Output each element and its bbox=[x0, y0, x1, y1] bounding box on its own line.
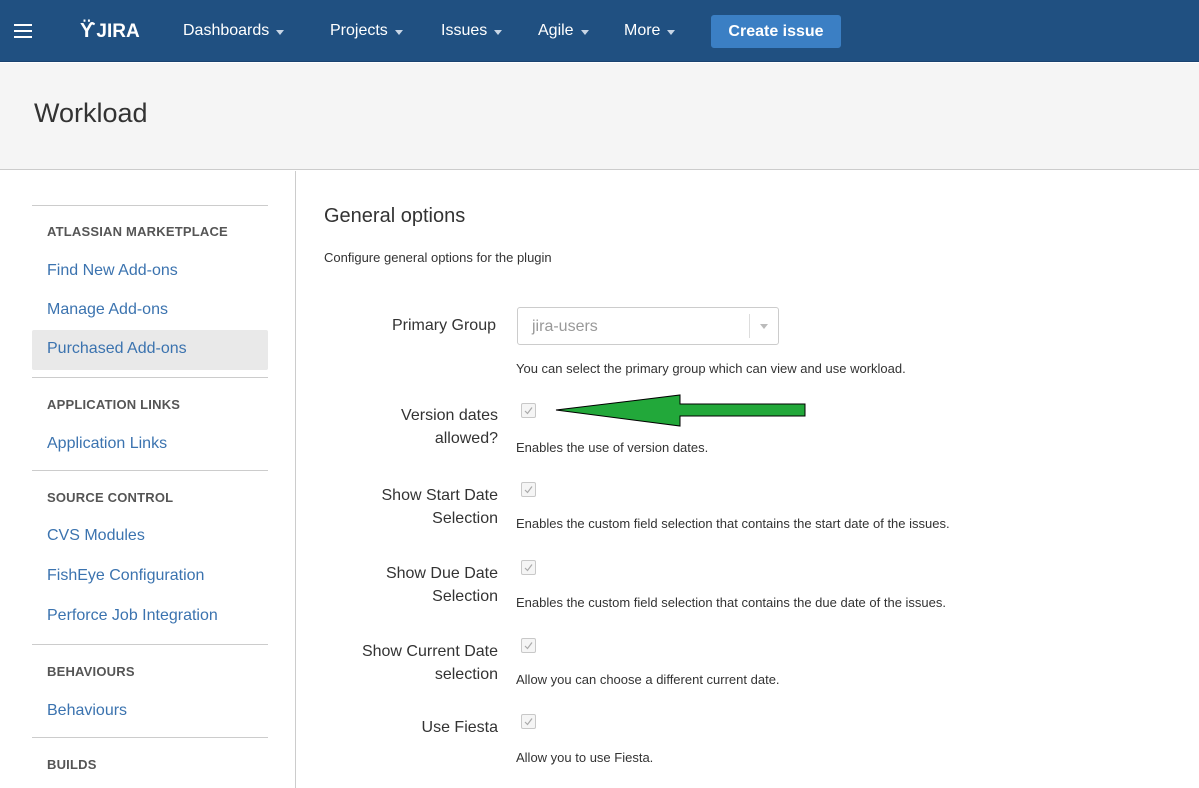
nav-agile[interactable]: Agile bbox=[538, 22, 589, 40]
chevron-down-icon bbox=[760, 324, 768, 329]
chevron-down-icon bbox=[667, 29, 676, 35]
chevron-down-icon bbox=[394, 29, 403, 35]
create-issue-button[interactable]: Create issue bbox=[711, 15, 841, 48]
sidebar-item-cvs-modules[interactable]: CVS Modules bbox=[47, 527, 145, 545]
show-due-date-help: Enables the custom field selection that … bbox=[516, 595, 946, 610]
show-current-date-checkbox[interactable] bbox=[521, 638, 536, 653]
sidebar-divider bbox=[32, 470, 268, 471]
sidebar-item-perforce-job-integration[interactable]: Perforce Job Integration bbox=[47, 607, 218, 625]
show-start-date-checkbox[interactable] bbox=[521, 482, 536, 497]
sidebar-item-purchased-add-ons[interactable]: Purchased Add-ons bbox=[47, 340, 187, 358]
show-start-date-help: Enables the custom field selection that … bbox=[516, 516, 950, 531]
page-header: Workload bbox=[0, 63, 1199, 170]
check-icon bbox=[524, 642, 533, 650]
sidebar-item-find-new-add-ons[interactable]: Find New Add-ons bbox=[47, 262, 178, 280]
use-fiesta-checkbox[interactable] bbox=[521, 714, 536, 729]
sidebar-item-application-links[interactable]: Application Links bbox=[47, 435, 167, 453]
page-title: Workload bbox=[34, 98, 148, 128]
section-description: Configure general options for the plugin bbox=[324, 250, 552, 265]
sidebar-divider bbox=[32, 644, 268, 645]
sidebar-section-atlassian-marketplace: ATLASSIAN MARKETPLACE bbox=[47, 224, 228, 239]
menu-icon[interactable] bbox=[14, 24, 32, 38]
use-fiesta-help: Allow you to use Fiesta. bbox=[516, 750, 654, 765]
sidebar-section-behaviours: BEHAVIOURS bbox=[47, 664, 135, 679]
select-divider bbox=[749, 314, 750, 338]
green-arrow-annotation bbox=[555, 394, 806, 427]
sidebar-section-source-control: SOURCE CONTROL bbox=[47, 490, 174, 505]
use-fiesta-label: Use Fiesta bbox=[421, 719, 498, 736]
version-dates-checkbox[interactable] bbox=[521, 403, 536, 418]
primary-group-value: jira-users bbox=[532, 318, 598, 335]
nav-dashboards[interactable]: Dashboards bbox=[183, 22, 285, 40]
jira-logo[interactable]: ϔ JIRA bbox=[80, 20, 140, 43]
primary-group-help: You can select the primary group which c… bbox=[516, 361, 906, 376]
sidebar-divider bbox=[32, 377, 268, 378]
sidebar-section-application-links: APPLICATION LINKS bbox=[47, 397, 181, 412]
top-navigation-bar: ϔ JIRA Dashboards Projects Issues Agile … bbox=[0, 0, 1199, 62]
sidebar-divider bbox=[32, 737, 268, 738]
version-dates-help: Enables the use of version dates. bbox=[516, 440, 709, 455]
nav-more[interactable]: More bbox=[624, 22, 676, 40]
sidebar-item-behaviours[interactable]: Behaviours bbox=[47, 702, 127, 720]
primary-group-label: Primary Group bbox=[391, 317, 496, 334]
check-icon bbox=[524, 718, 533, 726]
show-due-date-label: Show Due Date Selection bbox=[385, 565, 498, 605]
show-current-date-label: Show Current Date selection bbox=[361, 643, 498, 683]
sidebar-section-builds: BUILDS bbox=[47, 757, 97, 772]
chevron-down-icon bbox=[580, 29, 589, 35]
version-dates-label: Version dates allowed? bbox=[401, 407, 498, 447]
show-current-date-help: Allow you can choose a different current… bbox=[516, 672, 780, 687]
jira-logo-text: JIRA bbox=[96, 20, 140, 42]
sidebar-item-fisheye-configuration[interactable]: FishEye Configuration bbox=[47, 567, 204, 585]
jira-logo-icon: ϔ bbox=[80, 20, 96, 42]
check-icon bbox=[524, 564, 533, 572]
check-icon bbox=[524, 407, 533, 415]
chevron-down-icon bbox=[276, 29, 285, 35]
primary-group-select[interactable]: jira-users bbox=[517, 307, 779, 345]
section-heading: General options bbox=[324, 205, 466, 227]
sidebar-divider bbox=[32, 205, 268, 206]
sidebar-item-manage-add-ons[interactable]: Manage Add-ons bbox=[47, 301, 168, 319]
show-start-date-label: Show Start Date Selection bbox=[381, 487, 499, 527]
chevron-down-icon bbox=[494, 29, 503, 35]
nav-projects[interactable]: Projects bbox=[330, 22, 403, 40]
check-icon bbox=[524, 486, 533, 494]
nav-issues[interactable]: Issues bbox=[441, 22, 503, 40]
show-due-date-checkbox[interactable] bbox=[521, 560, 536, 575]
